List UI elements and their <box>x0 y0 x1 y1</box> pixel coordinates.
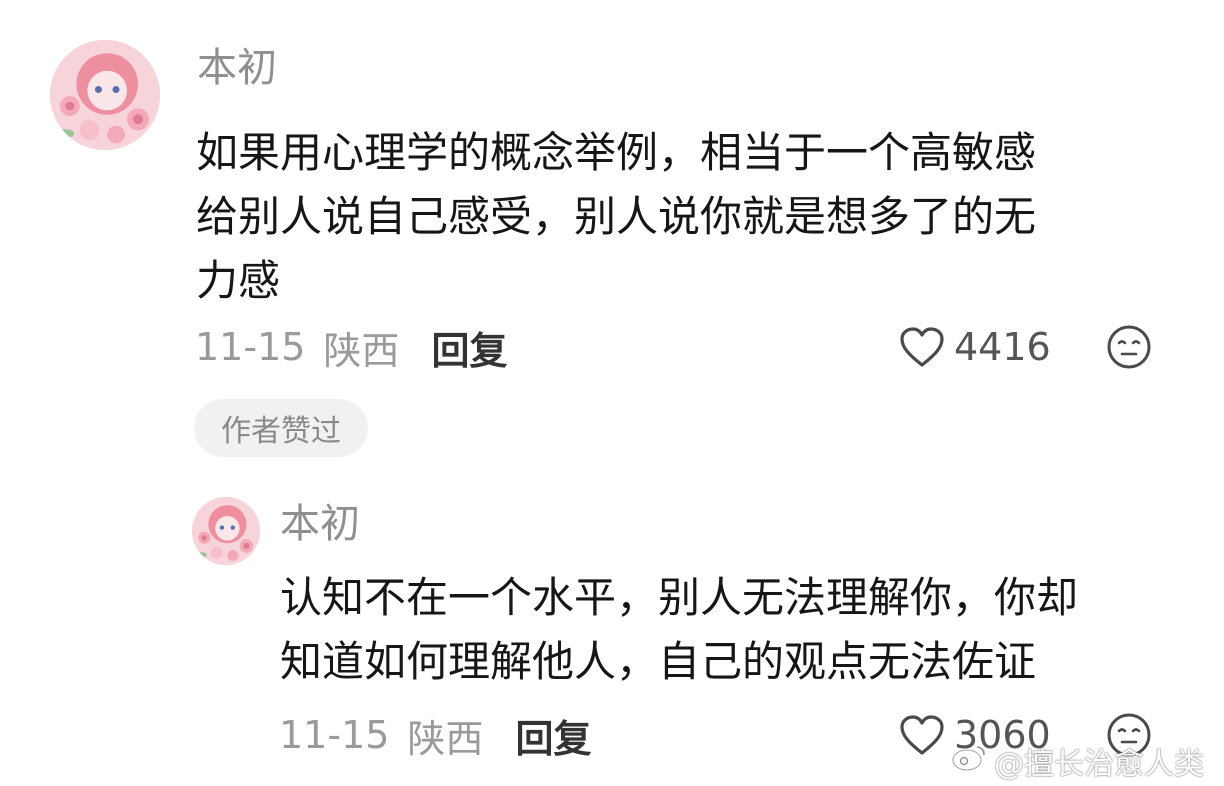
avatar[interactable] <box>50 40 160 150</box>
avatar-illustration <box>50 40 160 150</box>
badge-label: 作者赞过 <box>221 414 341 449</box>
weibo-logo-icon <box>950 742 988 780</box>
heart-outline-icon <box>898 713 946 757</box>
comment-date: 11-15 <box>195 325 306 369</box>
comment-text: 认知不在一个水平，别人无法理解你，你却 知道如何理解他人，自己的观点无法佐证 <box>280 566 1180 694</box>
avatar[interactable] <box>192 497 260 565</box>
reply-button[interactable]: 回复 <box>515 708 591 763</box>
like-count: 4416 <box>954 325 1051 369</box>
comment-text-line: 如果用心理学的概念举例，相当于一个高敏感 <box>196 128 1037 177</box>
comment-username[interactable]: 本初 <box>197 42 277 94</box>
comment-text-line: 力感 <box>196 256 281 305</box>
comment-meta: 11-15 陕西 回复 <box>195 320 507 375</box>
comment-text-line: 给别人说自己感受，别人说你就是想多了的无 <box>196 192 1037 241</box>
avatar-illustration <box>192 497 260 565</box>
comment-text-line: 知道如何理解他人，自己的观点无法佐证 <box>280 637 1037 686</box>
comment-username[interactable]: 本初 <box>280 498 360 550</box>
comment-location: 陕西 <box>407 716 484 761</box>
comment-text: 如果用心理学的概念举例，相当于一个高敏感 给别人说自己感受，别人说你就是想多了的… <box>196 121 1186 313</box>
reply-button[interactable]: 回复 <box>431 320 507 375</box>
like-button[interactable]: 4416 <box>898 322 1051 372</box>
watermark-text: @擅长治愈人类 <box>994 747 1204 782</box>
neutral-face-emoji-icon <box>1107 325 1151 369</box>
comment-meta: 11-15 陕西 回复 <box>279 708 591 763</box>
watermark: @擅长治愈人类 <box>950 741 1204 782</box>
comment-date: 11-15 <box>279 713 390 757</box>
emoji-reaction-button[interactable] <box>1106 324 1152 370</box>
comment-location: 陕西 <box>323 328 400 373</box>
comment-text-line: 认知不在一个水平，别人无法理解你，你却 <box>280 573 1079 622</box>
author-liked-badge: 作者赞过 <box>194 399 368 457</box>
heart-outline-icon <box>898 325 946 369</box>
